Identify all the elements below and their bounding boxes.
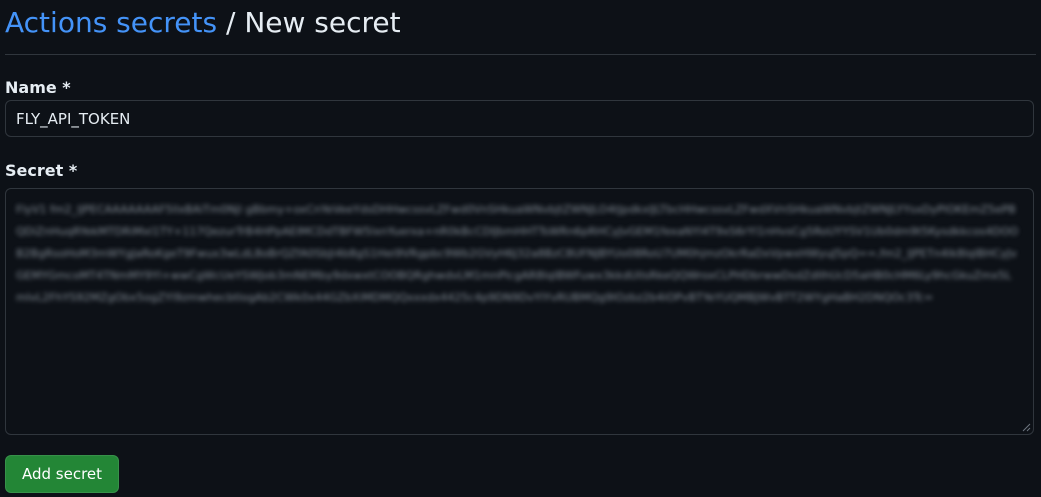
secret-textarea[interactable]: FlyV1 fm2_lJPECAAAAAAAF5llxBAiTm0Njl gBb… — [5, 188, 1034, 435]
breadcrumb-separator: / — [225, 6, 236, 39]
add-secret-button[interactable]: Add secret — [5, 455, 119, 493]
secret-value-blurred: FlyV1 fm2_lJPECAAAAAAAF5llxBAiTm0Njl gBb… — [16, 203, 1019, 304]
breadcrumb-current: New secret — [244, 6, 401, 39]
page-title: Actions secrets / New secret — [5, 4, 401, 42]
name-input[interactable] — [5, 100, 1034, 137]
new-secret-page: Actions secrets / New secret Name * Secr… — [5, 0, 1036, 497]
header-divider — [5, 54, 1036, 55]
secret-label: Secret * — [5, 161, 78, 180]
name-label: Name * — [5, 78, 71, 97]
resize-grip-icon[interactable] — [1021, 422, 1031, 432]
breadcrumb-actions-secrets-link[interactable]: Actions secrets — [5, 6, 217, 39]
